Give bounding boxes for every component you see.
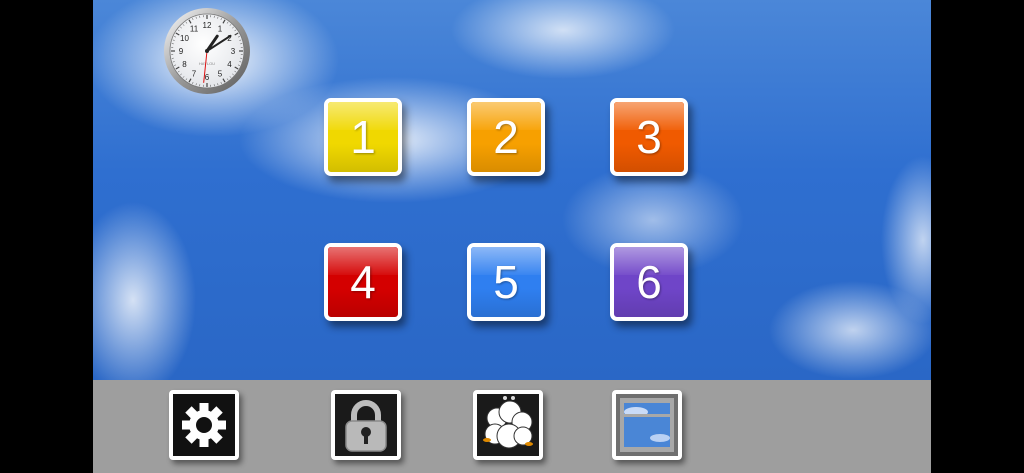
clock-numeral: 10 [180, 34, 189, 43]
clock-brand: HAYLOU [199, 61, 215, 66]
gear-icon [182, 403, 226, 447]
tile-label: 6 [636, 256, 662, 308]
tile-label: 2 [493, 111, 519, 163]
clock-numeral: 12 [203, 21, 212, 30]
clock-face: 12 1234567891011 HAYLOU [164, 8, 250, 94]
clock-numeral: 5 [218, 70, 223, 79]
clock-numeral: 4 [227, 60, 232, 69]
analog-clock: 12 1 2 3 4 5 6 7 8 9 10 11 HAYLOU [163, 7, 251, 95]
app-tile-4[interactable]: 4 [324, 243, 402, 321]
window-app-button[interactable] [612, 390, 682, 460]
clock-numeral: 1 [218, 24, 223, 33]
tile-label: 4 [350, 256, 376, 308]
clock-numeral: 11 [190, 24, 199, 33]
app-tile-5[interactable]: 5 [467, 243, 545, 321]
clock-numeral: 8 [182, 60, 187, 69]
tile-label: 1 [350, 111, 376, 163]
tile-label: 5 [493, 256, 519, 308]
tile-label: 3 [636, 111, 662, 163]
app-tile-3[interactable]: 3 [610, 98, 688, 176]
sheep-icon [477, 394, 539, 456]
clock-numeral: 7 [192, 70, 197, 79]
app-tile-6[interactable]: 6 [610, 243, 688, 321]
clock-numeral: 9 [179, 47, 184, 56]
padlock-icon [345, 400, 387, 452]
clock-numeral: 3 [231, 47, 236, 56]
sheep-app-button[interactable] [473, 390, 543, 460]
lock-button[interactable] [331, 390, 401, 460]
home-screen: 12 1 2 3 4 5 6 7 8 9 10 11 HAYLOU 1 2 3 4 5 6 [93, 0, 931, 473]
app-tile-1[interactable]: 1 [324, 98, 402, 176]
settings-button[interactable] [169, 390, 239, 460]
app-tile-2[interactable]: 2 [467, 98, 545, 176]
window-icon [616, 394, 678, 456]
clock-numeral: 6 [205, 73, 210, 82]
